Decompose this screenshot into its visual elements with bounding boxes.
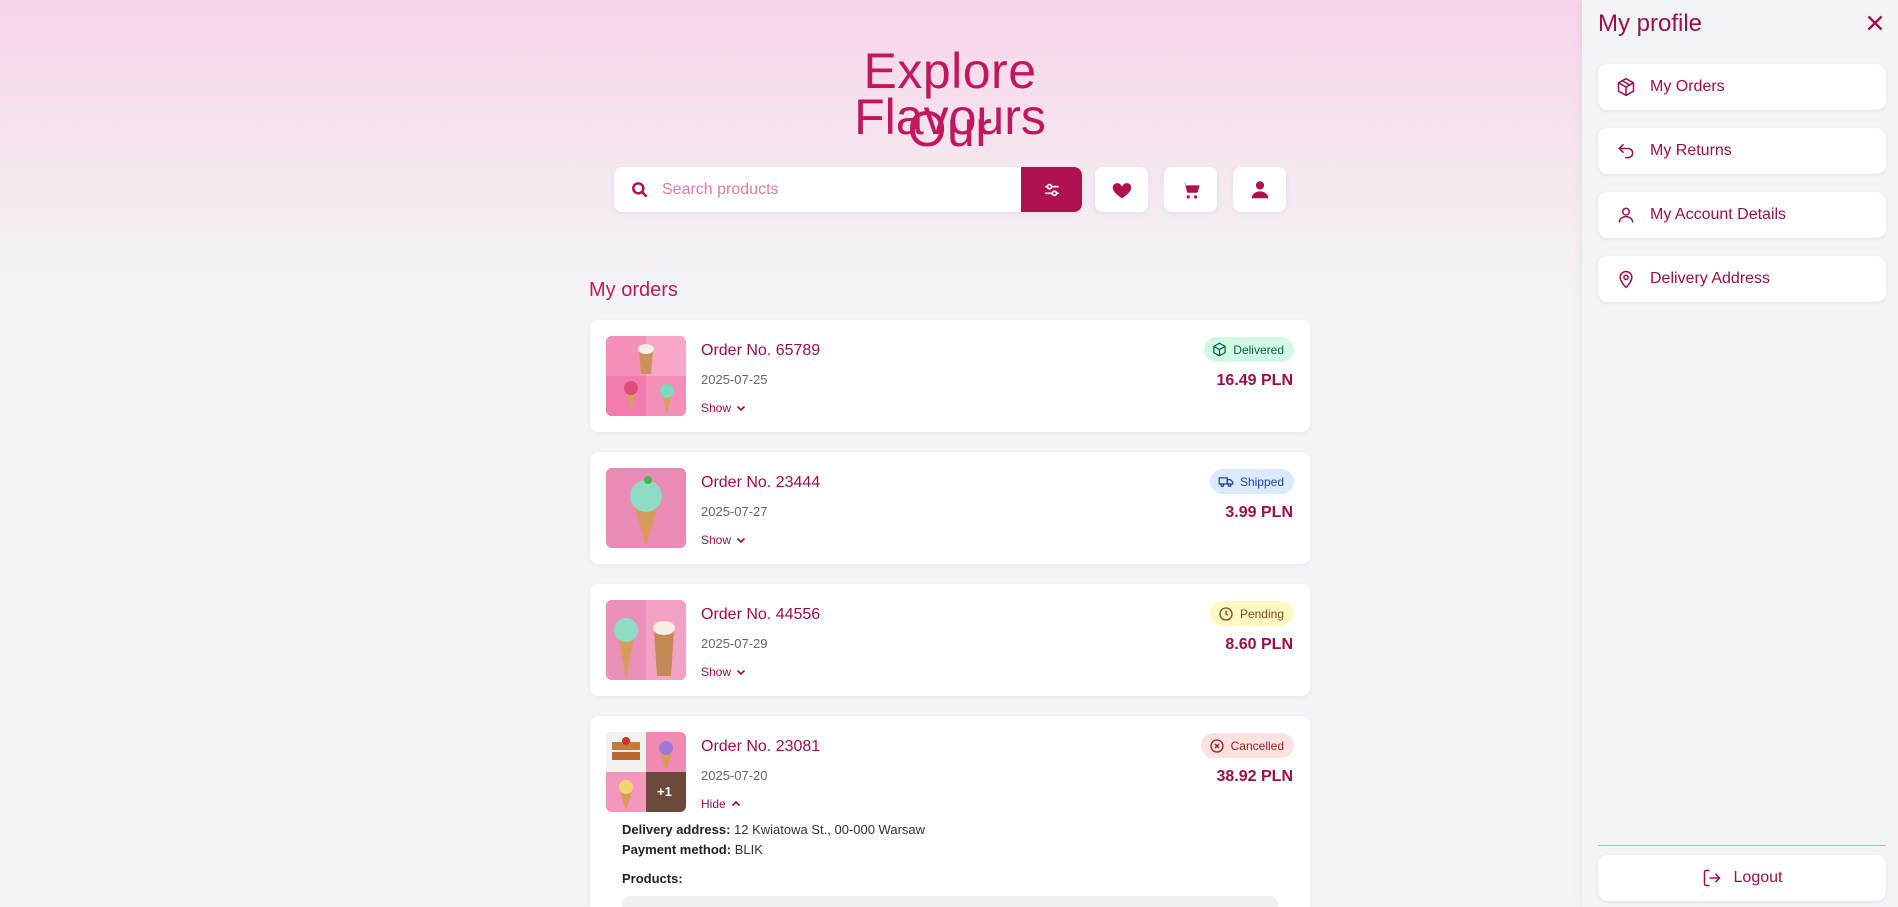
chevron-down-icon [736,537,746,544]
menu-item-label: My Returns [1650,142,1732,159]
search-icon [632,181,648,198]
status-label: Delivered [1233,342,1284,357]
menu-item-label: Delivery Address [1650,270,1771,287]
toggle-label: Show [701,665,732,679]
package-icon [1213,342,1227,357]
order-price: 8.60 PLN [1225,636,1293,653]
my-orders-title: My orders [589,279,678,301]
order-date: 2025-07-29 [701,636,768,651]
truck-icon [1218,477,1234,488]
order-card[interactable]: Order No. 23444 2025-07-27 Show Shipped … [590,452,1310,564]
chevron-down-icon [736,669,746,676]
cancel-icon [1209,738,1224,753]
order-card[interactable]: Order No. 65789 2025-07-25 Show Delivere… [590,320,1310,432]
user-icon [1618,207,1634,223]
payment-method-label: Payment method: [622,842,732,857]
user-icon [1251,180,1268,198]
status-badge: Cancelled [1200,733,1294,758]
profile-panel: My profile My Orders My Returns My Accou… [1582,0,1898,907]
location-pin-icon [1619,270,1633,289]
panel-divider [1598,845,1886,846]
status-badge: Delivered [1204,337,1294,362]
delivery-address-value: 12 Kwiatowa St., 00-000 Warsaw [734,822,926,837]
cart-icon [1181,181,1200,199]
show-details-toggle[interactable]: Show [701,533,746,547]
hero-line-2: Flavours [854,89,1046,145]
payment-method-value: BLIK [734,842,763,857]
menu-item-my-returns[interactable]: My Returns [1598,128,1886,174]
search-bar [614,167,1082,212]
order-thumbnail [606,468,686,548]
filter-button[interactable] [1021,167,1082,212]
toggle-label: Show [701,533,732,547]
logout-label: Logout [1733,869,1783,886]
return-icon [1618,143,1634,159]
order-thumbnail [606,336,686,416]
logout-button[interactable]: Logout [1598,855,1886,901]
logout-icon [1703,869,1721,887]
menu-item-my-orders[interactable]: My Orders [1598,64,1886,110]
order-date: 2025-07-20 [701,768,768,783]
close-icon[interactable] [1862,10,1888,36]
toggle-label: Show [701,401,732,415]
box-icon [1617,77,1635,97]
delivery-address-label: Delivery address: [622,822,731,837]
profile-button[interactable] [1233,167,1286,212]
order-thumbnail: +1 [606,732,686,812]
order-price: 38.92 PLN [1216,768,1293,785]
hide-details-toggle[interactable]: Hide [701,797,741,811]
products-label: Products: [622,871,683,886]
filter-icon [1044,183,1059,196]
delivery-address-row: Delivery address: 12 Kwiatowa St., 00-00… [622,820,925,840]
search-input[interactable] [662,180,1002,199]
chevron-up-icon [731,800,740,807]
status-badge: Pending [1209,601,1294,626]
panel-title: My profile [1598,10,1703,37]
payment-method-row: Payment method: BLIK [622,840,925,860]
wishlist-button[interactable] [1095,167,1148,212]
order-details: Delivery address: 12 Kwiatowa St., 00-00… [622,820,925,860]
heart-icon [1112,182,1131,198]
menu-item-account-details[interactable]: My Account Details [1598,192,1886,238]
order-number[interactable]: Order No. 23081 [701,738,820,756]
order-number[interactable]: Order No. 23444 [701,474,820,492]
main-content: Explore Our Flavours My orders [0,0,1582,907]
order-price: 16.49 PLN [1216,372,1293,389]
order-price: 3.99 PLN [1225,504,1293,521]
order-card-expanded[interactable]: +1 Order No. 23081 2025-07-20 Hide Cance… [590,716,1310,907]
status-badge: Shipped [1209,469,1294,494]
extra-items-count: +1 [657,784,672,799]
order-number[interactable]: Order No. 65789 [701,342,820,360]
clock-icon [1219,606,1233,621]
order-date: 2025-07-27 [701,504,768,519]
cart-button[interactable] [1164,167,1217,212]
show-details-toggle[interactable]: Show [701,665,746,679]
order-date: 2025-07-25 [701,372,768,387]
status-label: Cancelled [1230,738,1284,753]
menu-item-label: My Account Details [1650,206,1787,223]
order-thumbnail [606,600,686,680]
menu-item-delivery-address[interactable]: Delivery Address [1598,256,1886,302]
products-list [622,896,1278,907]
menu-item-label: My Orders [1650,78,1725,95]
chevron-down-icon [736,405,746,412]
show-details-toggle[interactable]: Show [701,401,746,415]
status-label: Pending [1239,606,1284,621]
order-number[interactable]: Order No. 44556 [701,606,820,624]
order-card[interactable]: Order No. 44556 2025-07-29 Show Pending … [590,584,1310,696]
status-label: Shipped [1239,474,1284,489]
toggle-label: Hide [701,797,726,811]
